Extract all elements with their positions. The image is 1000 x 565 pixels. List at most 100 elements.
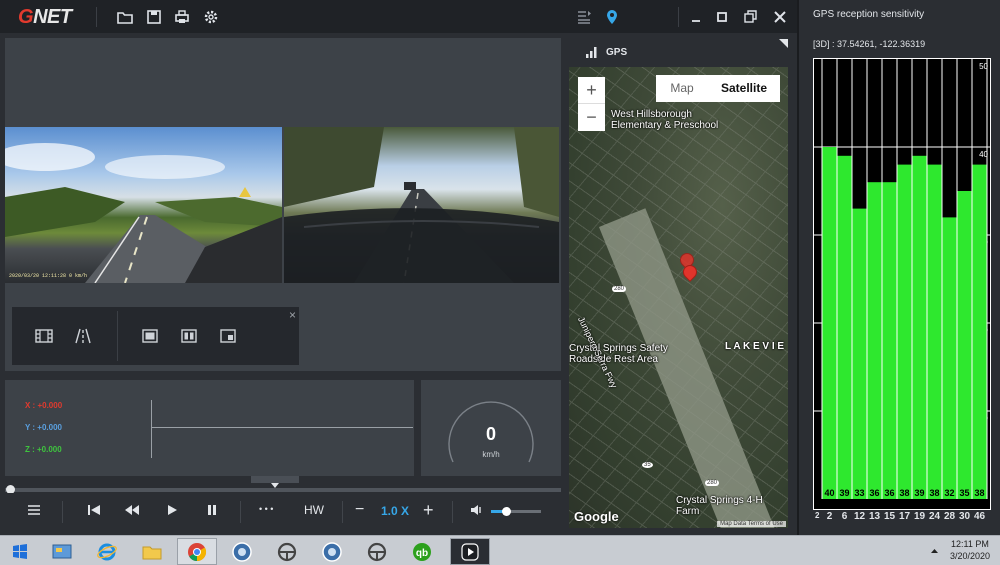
signal-bar-15 (882, 182, 897, 499)
signal-bar-24 (927, 164, 942, 499)
more-options-button[interactable]: • • • (259, 504, 273, 514)
front-camera-view[interactable]: 2020/03/20 12:11:28 0 km/h (5, 127, 282, 283)
volume-icon[interactable] (469, 502, 485, 521)
hw-decode-button[interactable]: HW (304, 503, 324, 517)
system-clock[interactable]: 12:11 PM 3/20/2020 (950, 538, 990, 562)
playback-progress-bar[interactable] (5, 485, 561, 494)
x-tick-label: 6 (841, 511, 848, 522)
label-lakeview: L A K E V I E (725, 341, 785, 352)
signal-bars-icon (586, 47, 597, 58)
g-sensor-x: X : +0.000 (25, 401, 63, 410)
chrome-icon[interactable] (177, 538, 217, 565)
minimize-icon[interactable] (687, 8, 705, 26)
x-tick-label: 30 (958, 511, 971, 522)
gps-map-header: GPS (569, 38, 790, 67)
playback-speed: 1.0 X (381, 504, 410, 518)
menu-icon[interactable] (26, 502, 42, 521)
layout-close-button[interactable]: × (289, 308, 296, 322)
clock-time: 12:11 PM (951, 539, 989, 549)
tray-arrow-icon[interactable] (930, 548, 939, 554)
gps-coordinates: [3D] : 37.54261, -122.36319 (813, 39, 926, 49)
panel-corner-icon[interactable] (779, 39, 788, 48)
maximize-icon[interactable] (713, 8, 731, 26)
label-rest-area: Crystal Springs Safety Roadside Rest Are… (569, 343, 668, 365)
steering-wheel-2-icon[interactable] (357, 538, 397, 565)
pip-view-icon[interactable] (218, 327, 238, 345)
steering-wheel-icon[interactable] (267, 538, 307, 565)
settings-icon[interactable] (202, 8, 220, 26)
gps-panel-title: GPS reception sensitivity (813, 9, 925, 20)
signal-bar-17 (897, 164, 912, 499)
bar-value-label: 32 (944, 488, 954, 498)
print-icon[interactable] (173, 8, 191, 26)
rear-camera-view[interactable] (284, 127, 559, 283)
speed-increase-button[interactable]: + (423, 500, 434, 521)
volume-slider[interactable] (491, 507, 541, 516)
bar-value-label: 38 (974, 488, 984, 498)
road-lanes-icon[interactable] (73, 327, 93, 345)
speed-unit: km/h (482, 450, 500, 459)
file-explorer-icon[interactable] (132, 538, 172, 565)
x-tick-label: 12 (853, 511, 866, 522)
bar-value-label: 36 (884, 488, 894, 498)
signal-bar-2 (822, 147, 837, 499)
folder-open-icon[interactable] (116, 8, 134, 26)
gnet-viewer-2-icon[interactable] (312, 538, 352, 565)
bar-value-label: 38 (899, 488, 909, 498)
internet-explorer-icon[interactable] (87, 538, 127, 565)
g-sensor-y: Y : +0.000 (25, 423, 62, 432)
title-bar: GNET (0, 0, 797, 33)
satellite-map[interactable]: + − Map Satellite West Hillsborough Elem… (569, 67, 788, 528)
zoom-in-button[interactable]: + (578, 77, 605, 104)
svg-text:qb: qb (416, 548, 428, 559)
rear-road-scene (284, 127, 559, 283)
speed-value: 0 (485, 424, 496, 444)
x-tick-label: 28 (943, 511, 956, 522)
skip-previous-icon[interactable] (86, 502, 102, 521)
single-view-icon[interactable] (140, 327, 160, 345)
windows-start-icon[interactable] (0, 538, 40, 565)
bar-value-label: 40 (824, 488, 834, 498)
bar-value-label: 39 (914, 488, 924, 498)
film-strip-icon[interactable] (34, 327, 54, 345)
save-icon[interactable] (145, 8, 163, 26)
speed-decrease-button[interactable]: − (355, 501, 364, 519)
split-view-icon[interactable] (179, 327, 199, 345)
quickbooks-icon[interactable]: qb (402, 538, 442, 565)
x-tick-label: 24 (928, 511, 941, 522)
g-sensor-axis-vertical (151, 400, 152, 458)
zoom-out-button[interactable]: − (578, 104, 605, 131)
x-tick-label: 2 (826, 511, 833, 522)
play-icon[interactable] (164, 502, 180, 521)
g-sensor-panel: X : +0.000 Y : +0.000 Z : +0.000 (5, 380, 414, 476)
x-tick-label: 17 (898, 511, 911, 522)
controls-divider (62, 501, 63, 523)
playlist-icon[interactable] (575, 8, 593, 26)
map-type-map[interactable]: Map (656, 75, 708, 102)
gnet-viewer-icon[interactable] (222, 538, 262, 565)
bar-value-label: 33 (854, 488, 864, 498)
signal-bar-30 (957, 191, 972, 499)
label-farm: Crystal Springs 4-H Farm (676, 495, 763, 517)
signal-bar-46 (972, 164, 987, 499)
signal-bar-6 (837, 155, 852, 500)
pause-icon[interactable] (204, 502, 220, 521)
controls-divider (342, 501, 343, 523)
rewind-icon[interactable] (124, 502, 140, 521)
restore-icon[interactable] (741, 8, 759, 26)
close-icon[interactable] (771, 8, 789, 26)
windows-taskbar: qb 12:11 PM 3/20/2020 (0, 535, 1000, 565)
front-road-scene (5, 143, 282, 283)
volume-knob[interactable] (502, 507, 511, 516)
gps-signal-chart: 50403020104039333636383938323538 (813, 58, 991, 510)
map-attribution[interactable]: Map Data Terms of Use (717, 521, 786, 527)
signal-bar-28 (942, 217, 957, 499)
x-axis-labels: 2 2 6 12 13 15 17 19 24 28 30 46 (813, 511, 991, 523)
location-pin-icon[interactable] (603, 8, 621, 26)
app-window: GNET 2020/03/20 12:11:28 0 km/h × X: +0… (0, 0, 1000, 565)
control-panel-icon[interactable] (42, 538, 82, 565)
expand-handle[interactable] (251, 476, 299, 488)
map-type-satellite[interactable]: Satellite (708, 75, 780, 102)
bar-value-label: 36 (869, 488, 879, 498)
dashcam-player-icon[interactable] (450, 538, 490, 565)
